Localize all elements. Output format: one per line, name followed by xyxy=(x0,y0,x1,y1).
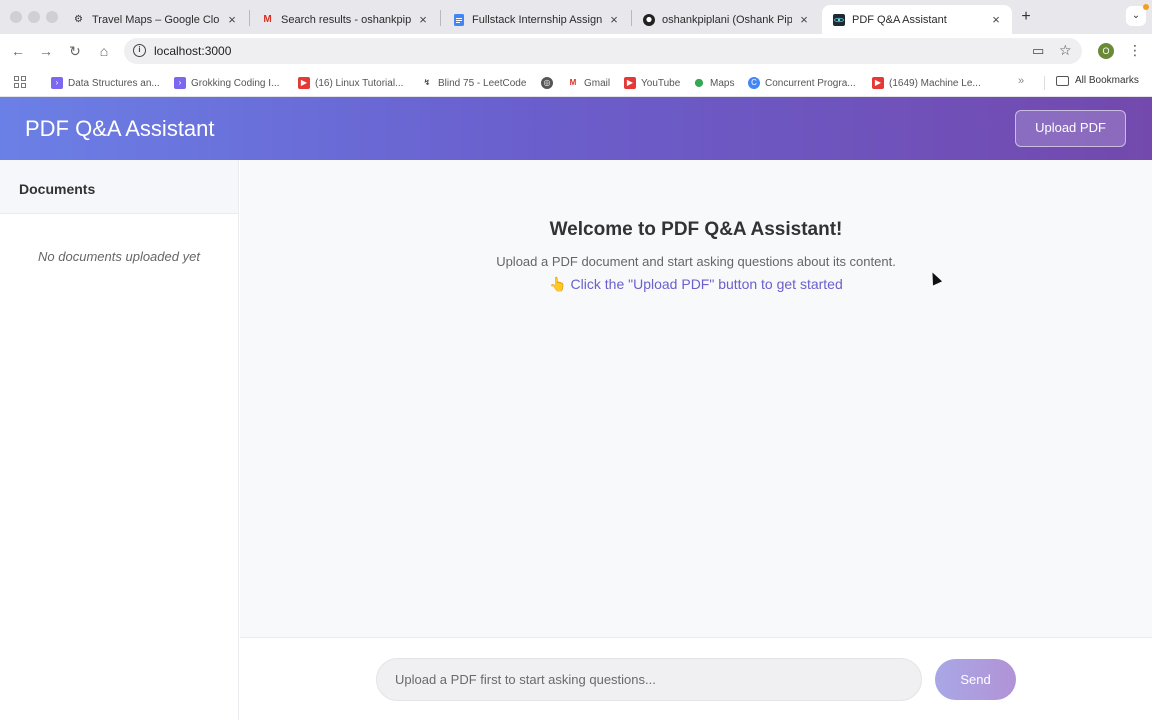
bookmark-label: Maps xyxy=(710,77,735,89)
forward-arrow-icon[interactable]: → xyxy=(36,41,56,61)
bookmark-item[interactable]: › Data Structures an... xyxy=(51,75,160,91)
c-icon: C xyxy=(748,77,760,89)
bookmark-label: Data Structures an... xyxy=(68,77,160,89)
url-text[interactable]: localhost:3000 xyxy=(154,44,231,58)
react-icon xyxy=(832,13,845,26)
browser-menu-icon[interactable]: ⋮ xyxy=(1128,42,1142,59)
empty-documents-message: No documents uploaded yet xyxy=(38,249,200,264)
new-tab-button[interactable]: + xyxy=(1016,7,1036,27)
github-icon xyxy=(642,13,655,26)
tab-divider xyxy=(249,10,250,26)
window-zoom-control[interactable] xyxy=(46,11,58,23)
bookmark-item[interactable]: ⬤ Maps xyxy=(693,75,735,91)
bookmark-item[interactable]: M Gmail xyxy=(567,75,610,91)
bookmark-item[interactable]: ▶ (16) Linux Tutorial... xyxy=(298,75,403,91)
sidebar-header: Documents xyxy=(0,160,238,214)
bookmark-label: (16) Linux Tutorial... xyxy=(315,77,404,89)
gear-icon: ⚙ xyxy=(74,14,83,25)
youtube-icon: ▶ xyxy=(872,77,884,89)
close-icon[interactable]: × xyxy=(796,12,812,27)
documents-sidebar: Documents No documents uploaded yet xyxy=(0,160,239,720)
app-title: PDF Q&A Assistant xyxy=(25,116,215,141)
tab-title: Search results - oshankpiplani xyxy=(281,13,411,26)
bookmark-divider xyxy=(1044,76,1045,90)
send-button[interactable]: Send xyxy=(935,659,1016,700)
bookmark-label: (1649) Machine Le... xyxy=(889,77,981,89)
tab-title: Travel Maps – Google Cloud xyxy=(92,13,220,26)
maps-icon: ⬤ xyxy=(694,78,704,87)
close-icon[interactable]: × xyxy=(606,12,622,27)
gmail-icon: M xyxy=(263,14,272,25)
globe-icon: ◎ xyxy=(541,77,553,89)
home-icon[interactable]: ⌂ xyxy=(94,41,114,61)
youtube-icon: ▶ xyxy=(298,77,310,89)
install-app-icon[interactable]: ▭ xyxy=(1032,43,1044,59)
site-info-icon[interactable]: i xyxy=(133,44,146,57)
back-arrow-icon[interactable]: ← xyxy=(8,41,28,61)
window-close-control[interactable] xyxy=(10,11,22,23)
bookmark-label: YouTube xyxy=(641,77,681,89)
gmail-icon: M xyxy=(569,78,577,87)
bookmark-item[interactable]: ▶ (1649) Machine Le... xyxy=(872,75,981,91)
apps-grid-icon[interactable] xyxy=(14,76,26,88)
browser-tab-active[interactable]: PDF Q&A Assistant × xyxy=(822,5,1012,34)
docs-icon xyxy=(452,13,465,26)
sidebar-title: Documents xyxy=(19,181,96,197)
hackerrank-icon: › xyxy=(51,77,63,89)
bookmark-item[interactable]: ↯ Blind 75 - LeetCode xyxy=(421,75,527,91)
browser-tab[interactable]: ⚙ Travel Maps – Google Cloud × xyxy=(62,5,248,34)
app-header: PDF Q&A Assistant Upload PDF xyxy=(0,97,1152,160)
bookmark-label: Concurrent Progra... xyxy=(765,77,856,89)
all-bookmarks-button[interactable]: All Bookmarks xyxy=(1056,75,1139,86)
reload-icon[interactable]: ↻ xyxy=(65,41,85,61)
profile-avatar[interactable]: O xyxy=(1098,43,1114,59)
close-icon[interactable]: × xyxy=(415,12,431,27)
question-input[interactable] xyxy=(376,658,922,701)
close-icon[interactable]: × xyxy=(224,12,240,27)
notification-dot xyxy=(1143,4,1149,10)
bookmark-item[interactable]: ◎ xyxy=(541,75,558,91)
youtube-icon: ▶ xyxy=(624,77,636,89)
browser-tab-strip: ⚙ Travel Maps – Google Cloud × M Search … xyxy=(0,0,1152,34)
browser-toolbar: ← → ↻ ⌂ i localhost:3000 ▭ ☆ O ⋮ xyxy=(0,34,1152,68)
bookmark-item[interactable]: C Concurrent Progra... xyxy=(748,75,856,91)
tab-title: Fullstack Internship Assignment xyxy=(472,13,602,26)
all-bookmarks-label: All Bookmarks xyxy=(1075,75,1139,86)
close-icon[interactable]: × xyxy=(988,12,1004,27)
tab-divider xyxy=(440,10,441,26)
welcome-subtitle: Upload a PDF document and start asking q… xyxy=(496,254,896,269)
question-input-bar: Send xyxy=(240,637,1152,720)
bookmark-item[interactable]: › Grokking Coding I... xyxy=(174,75,279,91)
bookmark-item[interactable]: ▶ YouTube xyxy=(624,75,680,91)
tab-title: PDF Q&A Assistant xyxy=(852,13,947,26)
upload-pdf-button[interactable]: Upload PDF xyxy=(1015,110,1126,147)
address-bar[interactable]: i localhost:3000 ▭ ☆ xyxy=(124,38,1082,64)
browser-tab[interactable]: oshankpiplani (Oshank Piplani) × xyxy=(632,5,820,34)
welcome-title: Welcome to PDF Q&A Assistant! xyxy=(549,219,843,240)
bookmark-star-icon[interactable]: ☆ xyxy=(1059,42,1072,59)
bookmarks-bar: › Data Structures an... › Grokking Coding … xyxy=(0,68,1152,97)
bookmark-label: Blind 75 - LeetCode xyxy=(438,77,527,89)
window-minimize-control[interactable] xyxy=(28,11,40,23)
leetcode-icon: ↯ xyxy=(423,78,431,87)
browser-tab[interactable]: M Search results - oshankpiplani × xyxy=(251,5,439,34)
folder-icon xyxy=(1056,75,1069,86)
bookmark-label: Grokking Coding I... xyxy=(191,77,280,89)
bookmark-label: Gmail xyxy=(584,77,611,89)
welcome-hint: 👆 Click the "Upload PDF" button to get s… xyxy=(549,276,843,292)
browser-tab[interactable]: Fullstack Internship Assignment × xyxy=(442,5,630,34)
tab-title: oshankpiplani (Oshank Piplani) xyxy=(662,13,792,26)
chat-area: Welcome to PDF Q&A Assistant! Upload a P… xyxy=(240,160,1152,637)
hackerrank-icon: › xyxy=(174,77,186,89)
more-bookmarks-button[interactable]: » xyxy=(1018,75,1024,87)
